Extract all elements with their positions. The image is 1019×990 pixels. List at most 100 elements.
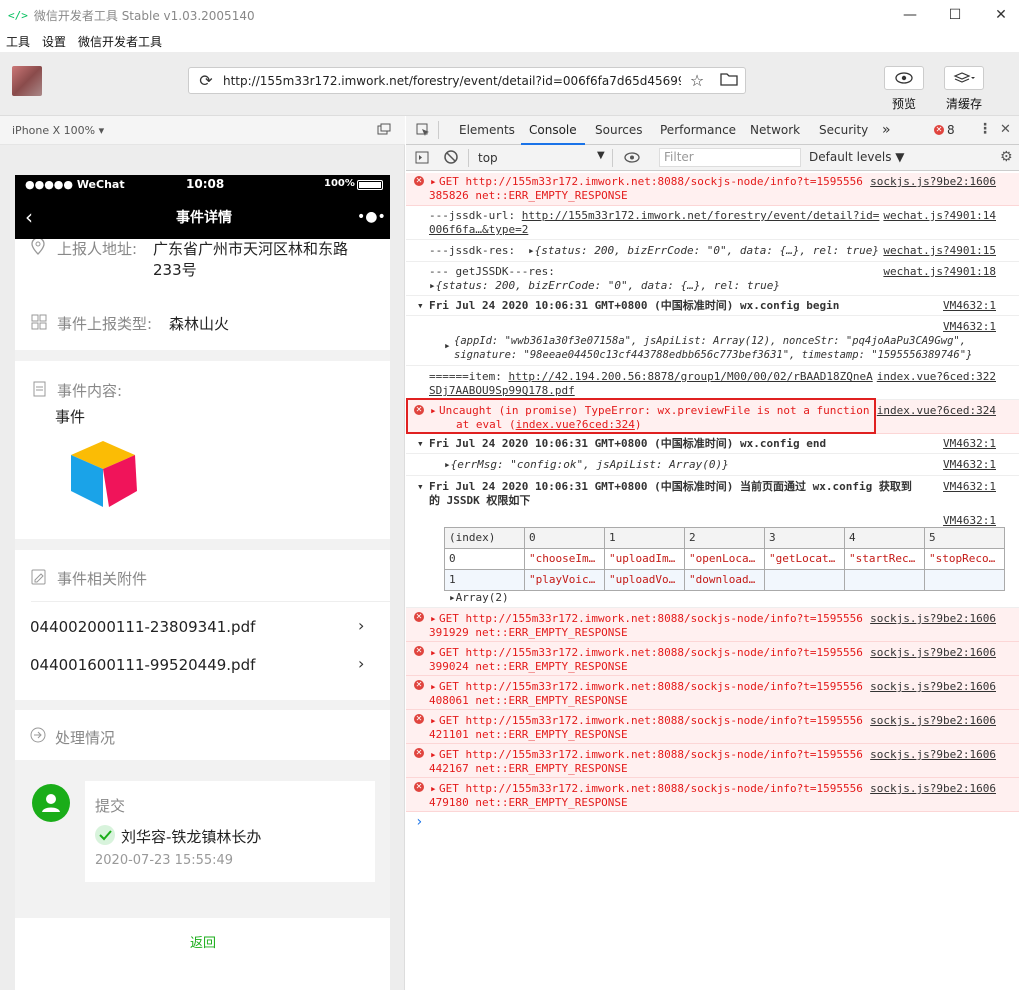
preview-label[interactable]: 预览 bbox=[892, 95, 916, 112]
chevron-down-icon[interactable]: ▼ bbox=[597, 150, 605, 161]
source-link[interactable]: VM4632:1 bbox=[943, 480, 996, 494]
source-link[interactable]: sockjs.js?9be2:1606 bbox=[870, 782, 996, 796]
eye-icon[interactable] bbox=[624, 152, 640, 166]
clear-cache-label[interactable]: 清缓存 bbox=[946, 95, 982, 112]
source-link[interactable]: wechat.js?4901:18 bbox=[883, 265, 996, 279]
back-arrow-icon[interactable]: ‹ bbox=[25, 205, 33, 229]
source-link[interactable]: index.vue?6ced:324 bbox=[877, 404, 996, 418]
source-link[interactable]: VM4632:1 bbox=[943, 458, 996, 472]
table-header-cell[interactable]: (index) bbox=[444, 527, 525, 549]
console-group-row[interactable]: ▾ Fri Jul 24 2020 10:06:31 GMT+0800 (中国标… bbox=[406, 476, 1019, 510]
console-error-row[interactable]: ✕ ▸ GET http://155m33r172.imwork.net:8088/… bbox=[406, 642, 1019, 676]
collapse-arrow-icon[interactable]: ▾ bbox=[417, 480, 424, 494]
avatar[interactable] bbox=[12, 66, 42, 96]
star-icon[interactable]: ☆ bbox=[681, 71, 713, 90]
maximize-button[interactable]: ☐ bbox=[932, 0, 978, 30]
source-link[interactable]: VM4632:1 bbox=[943, 299, 996, 313]
expand-object[interactable]: ▸{status: 200, bizErrCode: "0", data: {…… bbox=[528, 244, 879, 258]
collapse-arrow-icon[interactable]: ▾ bbox=[417, 299, 424, 313]
menu-dots-icon[interactable]: ⋮ bbox=[978, 121, 992, 137]
table-header-cell[interactable]: 3 bbox=[764, 527, 845, 549]
file-url-link-cont[interactable]: SDj7AABOU9Sp99Q178.pdf bbox=[429, 384, 575, 398]
console-error-row[interactable]: ✕ ▸ GET http://155m33r172.imwork.net:8088/… bbox=[406, 676, 1019, 710]
tab-network[interactable]: Network bbox=[750, 116, 800, 145]
tab-performance[interactable]: Performance bbox=[660, 116, 736, 145]
source-link[interactable]: VM4632:1 bbox=[943, 514, 996, 528]
table-header-cell[interactable]: 5 bbox=[924, 527, 1005, 549]
clear-console-icon[interactable] bbox=[444, 150, 458, 167]
settings-gear-icon[interactable]: ⚙ bbox=[1000, 149, 1013, 165]
more-dots-icon[interactable]: •●• bbox=[357, 209, 386, 225]
table-header-cell[interactable]: 0 bbox=[524, 527, 605, 549]
address-bar[interactable]: ⟳ http://155m33r172.imwork.net/forestry/… bbox=[188, 67, 746, 94]
close-button[interactable]: ✕ bbox=[978, 0, 1019, 30]
popout-icon[interactable] bbox=[377, 123, 391, 138]
source-link[interactable]: VM4632:1 bbox=[943, 437, 996, 451]
source-link[interactable]: wechat.js?4901:15 bbox=[883, 244, 996, 258]
table-header-cell[interactable]: 1 bbox=[604, 527, 685, 549]
inspect-icon[interactable] bbox=[416, 123, 430, 140]
expand-arrow-icon[interactable]: ▸ bbox=[430, 175, 437, 189]
console-group-row[interactable]: ▾ Fri Jul 24 2020 10:06:31 GMT+0800 (中国标… bbox=[406, 434, 1019, 454]
file-link-2[interactable]: 044001600111-99520449.pdf bbox=[30, 656, 255, 674]
expand-arrow-icon[interactable]: ▸ bbox=[430, 714, 437, 728]
chevron-right-icon[interactable]: › bbox=[358, 616, 364, 635]
source-link[interactable]: sockjs.js?9be2:1606 bbox=[870, 748, 996, 762]
folder-icon[interactable] bbox=[713, 71, 745, 90]
source-link[interactable]: sockjs.js?9be2:1606 bbox=[870, 680, 996, 694]
preview-button[interactable] bbox=[884, 66, 924, 90]
console-error-row[interactable]: ✕ ▸ GET http://155m33r172.imwork.net:8088/… bbox=[406, 608, 1019, 642]
expand-arrow-icon[interactable]: ▸ bbox=[430, 782, 437, 796]
context-select[interactable]: top bbox=[478, 151, 498, 165]
source-link[interactable]: sockjs.js?9be2:1606 bbox=[870, 175, 996, 189]
console-prompt[interactable]: › bbox=[415, 814, 423, 830]
table-header-cell[interactable]: 4 bbox=[844, 527, 925, 549]
back-button[interactable]: 返回 bbox=[190, 932, 216, 951]
url-input[interactable]: http://155m33r172.imwork.net/forestry/ev… bbox=[223, 74, 681, 88]
cube-image[interactable] bbox=[65, 433, 143, 514]
chevron-right-icon[interactable]: › bbox=[358, 654, 364, 673]
tab-console[interactable]: Console bbox=[521, 116, 585, 145]
tab-elements[interactable]: Elements bbox=[459, 116, 515, 145]
source-link[interactable]: sockjs.js?9be2:1606 bbox=[870, 646, 996, 660]
expand-object[interactable]: ▸{errMsg: "config:ok", jsApiList: Array(… bbox=[444, 458, 729, 472]
log-levels-select[interactable]: Default levels ▼ bbox=[809, 150, 905, 164]
expand-arrow-icon[interactable]: ▸ bbox=[430, 612, 437, 626]
close-devtools-icon[interactable]: ✕ bbox=[1000, 122, 1011, 137]
file-url-link[interactable]: http://42.194.200.56:8878/group1/M00/00/… bbox=[508, 370, 872, 383]
file-link-1[interactable]: 044002000111-23809341.pdf bbox=[30, 618, 255, 636]
url-link[interactable]: http://155m33r172.imwork.net/forestry/ev… bbox=[522, 209, 880, 222]
expand-object[interactable]: ▸{status: 200, bizErrCode: "0", data: {…… bbox=[429, 279, 780, 293]
console-error-row[interactable]: ✕ ▸ GET http://155m33r172.imwork.net:8088/… bbox=[406, 778, 1019, 812]
minimize-button[interactable]: — bbox=[887, 0, 933, 30]
expand-arrow-icon[interactable]: ▸ bbox=[430, 680, 437, 694]
console-error-row[interactable]: ✕ ▸ GET http://155m33r172.imwork.net:8088/… bbox=[406, 710, 1019, 744]
clear-cache-button[interactable] bbox=[944, 66, 984, 90]
array-expand[interactable]: ▸Array(2) bbox=[449, 591, 509, 605]
tab-security[interactable]: Security bbox=[819, 116, 868, 145]
expand-arrow-icon[interactable]: ▸ bbox=[444, 339, 451, 353]
device-selector[interactable]: iPhone X 100% ▾ bbox=[12, 124, 104, 137]
collapse-arrow-icon[interactable]: ▾ bbox=[417, 437, 424, 451]
menu-item-tools[interactable]: 工具 bbox=[6, 33, 30, 50]
menu-item-devtools[interactable]: 微信开发者工具 bbox=[78, 33, 162, 50]
url-link-cont[interactable]: 006f6fa…&type=2 bbox=[429, 223, 528, 237]
source-link[interactable]: sockjs.js?9be2:1606 bbox=[870, 714, 996, 728]
table-header-cell[interactable]: 2 bbox=[684, 527, 765, 549]
reload-icon[interactable]: ⟳ bbox=[189, 71, 223, 90]
console-error-row[interactable]: ✕ ▸ GET http://155m33r172.imwork.net:8088/… bbox=[406, 744, 1019, 778]
source-link[interactable]: sockjs.js?9be2:1606 bbox=[870, 612, 996, 626]
menu-item-settings[interactable]: 设置 bbox=[42, 33, 66, 50]
console-group-row[interactable]: ▾ Fri Jul 24 2020 10:06:31 GMT+0800 (中国标… bbox=[406, 296, 1019, 316]
source-link[interactable]: wechat.js?4901:14 bbox=[883, 209, 996, 223]
user-avatar-icon bbox=[32, 784, 70, 822]
tab-sources[interactable]: Sources bbox=[595, 116, 642, 145]
source-link[interactable]: index.vue?6ced:322 bbox=[877, 370, 996, 384]
filter-input[interactable]: Filter bbox=[659, 148, 801, 167]
console-error-row[interactable]: ✕ ▸ GET http://155m33r172.imwork.net:808… bbox=[406, 173, 1019, 206]
more-tabs-button[interactable]: » bbox=[882, 116, 891, 145]
sidebar-toggle-icon[interactable] bbox=[415, 151, 429, 167]
expand-arrow-icon[interactable]: ▸ bbox=[430, 748, 437, 762]
expand-arrow-icon[interactable]: ▸ bbox=[430, 646, 437, 660]
source-link[interactable]: VM4632:1 bbox=[943, 320, 996, 334]
